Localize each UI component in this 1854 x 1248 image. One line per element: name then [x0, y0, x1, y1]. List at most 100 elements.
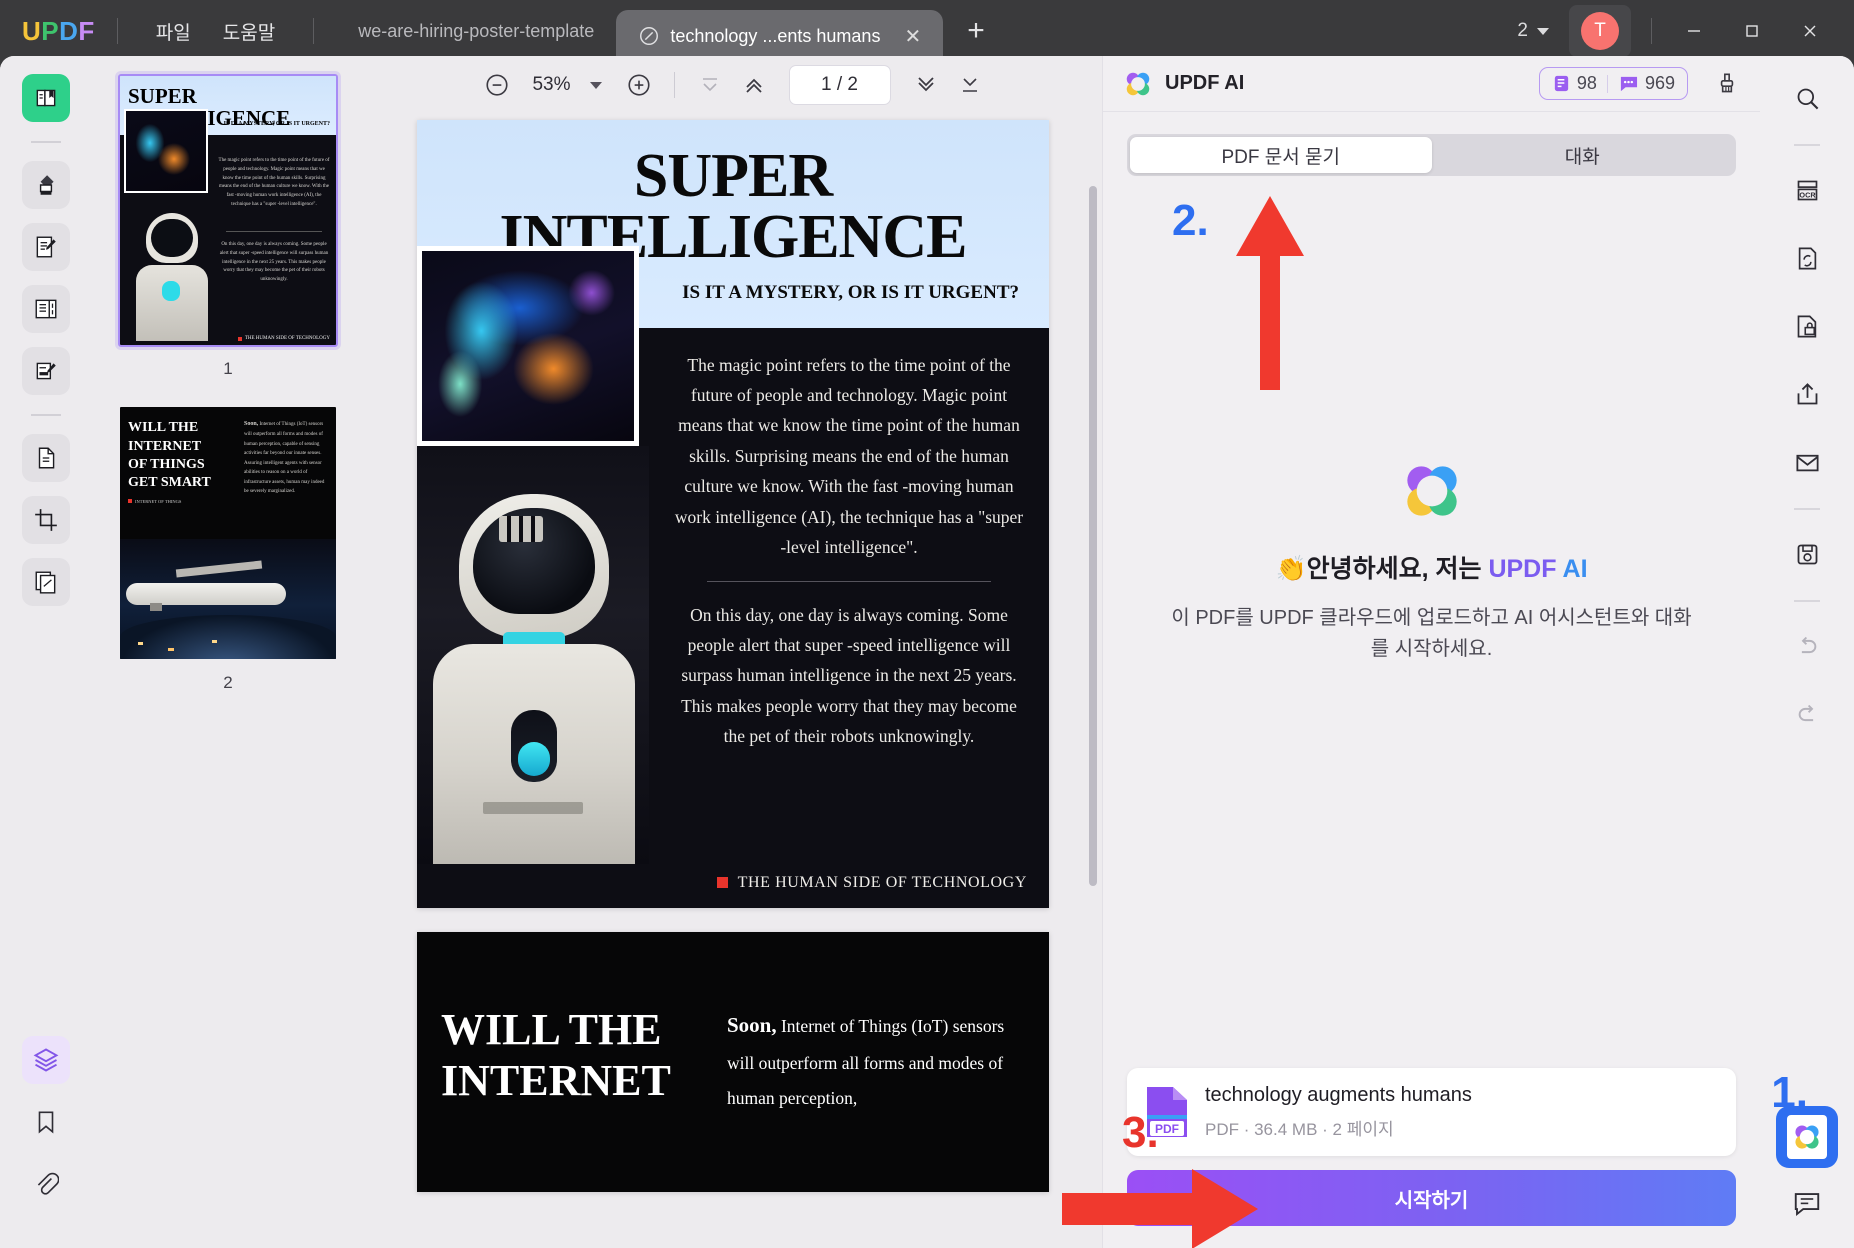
thumbnail-item-1[interactable]: SUPER INTELLIGENCE IS IT A MYSTERY, OR I…: [92, 74, 364, 405]
redo-icon: [1794, 701, 1821, 728]
prev-page-icon: [742, 73, 766, 97]
page2-title-column: WILL THE INTERNET: [441, 1004, 713, 1192]
feedback-button[interactable]: [1792, 1189, 1822, 1224]
undo-button[interactable]: [1783, 622, 1831, 670]
tool-highlighter[interactable]: [22, 161, 70, 209]
account-button[interactable]: T: [1569, 5, 1631, 57]
last-page-icon: [958, 73, 982, 97]
tool-annotate[interactable]: [22, 347, 70, 395]
pdf-file-icon: [638, 25, 660, 47]
poster-divider: [707, 581, 991, 582]
document-tab-technology[interactable]: technology ...ents humans ✕: [616, 10, 943, 62]
first-page-button[interactable]: [689, 64, 731, 106]
ai-welcome-area: 👏안녕하세요, 저는 UPDF AI 이 PDF를 UPDF 클라우드에 업로드…: [1103, 56, 1760, 1068]
search-button[interactable]: [1783, 74, 1831, 122]
menu-file[interactable]: 파일: [140, 12, 207, 51]
tool-convert[interactable]: [22, 434, 70, 482]
thumbnail-page-1[interactable]: SUPER INTELLIGENCE IS IT A MYSTERY, OR I…: [118, 74, 338, 347]
poster-footer: THE HUMAN SIDE OF TECHNOLOGY: [417, 864, 1049, 908]
close-tab-icon[interactable]: ✕: [904, 24, 921, 49]
annotate-icon: [33, 358, 59, 384]
save-button[interactable]: [1783, 530, 1831, 578]
minimize-button[interactable]: [1668, 9, 1720, 53]
convert-icon: [1794, 245, 1821, 272]
zoom-out-button[interactable]: [476, 64, 518, 106]
page-indicator[interactable]: 1 / 2: [789, 65, 891, 105]
robot-brand-text: [483, 802, 583, 814]
email-button[interactable]: [1783, 438, 1831, 486]
divider: [1794, 508, 1820, 510]
tab-count-label: 2: [1517, 20, 1528, 42]
tool-crop[interactable]: [22, 496, 70, 544]
poster-text-column: The magic point refers to the time point…: [649, 328, 1049, 864]
document-page-2[interactable]: WILL THE INTERNET Soon, Internet of Thin…: [417, 932, 1049, 1192]
file-name: technology augments humans: [1205, 1084, 1472, 1107]
left-rail-bottom-group: [0, 1036, 92, 1222]
crop-icon: [33, 507, 59, 533]
envelope-icon: [1794, 449, 1821, 476]
divider: [31, 141, 61, 143]
logo-letter-u: U: [22, 16, 41, 47]
page-scroll-area[interactable]: SUPER INTELLIGENCE IS IT A MYSTERY, OR I…: [364, 114, 1102, 1248]
updf-logo: UPDF: [22, 16, 95, 47]
window-title-bar: UPDF 파일 도움말 we-are-hiring-poster-templat…: [0, 0, 1854, 62]
viewer-toolbar: 53% 1 / 2: [364, 56, 1102, 114]
tool-reader[interactable]: [22, 74, 70, 122]
maximize-button[interactable]: [1726, 9, 1778, 53]
ocr-button[interactable]: OCR: [1783, 166, 1831, 214]
thumbnail-item-2[interactable]: WILL THEINTERNETOF THINGSGET SMART INTER…: [92, 405, 364, 719]
share-icon: [1794, 381, 1821, 408]
thumbnail-panel[interactable]: SUPER INTELLIGENCE IS IT A MYSTERY, OR I…: [92, 56, 364, 1248]
close-window-button[interactable]: [1784, 9, 1836, 53]
minimize-icon: [1685, 22, 1703, 40]
start-button[interactable]: 시작하기: [1127, 1170, 1736, 1226]
page-tools-icon: [33, 569, 59, 595]
wave-icon: 👏: [1275, 555, 1306, 583]
poster-image-column: [417, 328, 649, 864]
file-info: technology augments humans PDF · 36.4 MB…: [1205, 1084, 1472, 1140]
avatar: T: [1581, 12, 1619, 50]
page2-lead: Soon,: [727, 1013, 777, 1037]
logo-letter-f: F: [78, 16, 94, 47]
last-page-button[interactable]: [949, 64, 991, 106]
document-tab-hiring-poster[interactable]: we-are-hiring-poster-template: [336, 0, 616, 62]
nebula-image: [417, 246, 639, 446]
tool-edit-pdf[interactable]: [22, 223, 70, 271]
tool-attachment[interactable]: [22, 1160, 70, 1208]
share-button[interactable]: [1783, 370, 1831, 418]
thumbnail-page-2[interactable]: WILL THEINTERNETOF THINGSGET SMART INTER…: [118, 405, 338, 661]
zoom-level-value[interactable]: 53%: [520, 74, 584, 96]
page2-title-line2: INTERNET: [441, 1055, 713, 1107]
redo-button[interactable]: [1783, 690, 1831, 738]
uploaded-file-card[interactable]: PDF technology augments humans PDF · 36.…: [1127, 1068, 1736, 1156]
pdf-file-icon: PDF: [1145, 1085, 1189, 1139]
tool-page-tools[interactable]: [22, 558, 70, 606]
zoom-in-button[interactable]: [618, 64, 660, 106]
attachment-icon: [33, 1171, 59, 1197]
divider: [1794, 600, 1820, 602]
zoom-dropdown-icon[interactable]: [590, 82, 602, 89]
page2-body: Soon, Internet of Things (IoT) sensors w…: [727, 1004, 1025, 1116]
menu-help[interactable]: 도움말: [207, 12, 291, 51]
document-page-1[interactable]: SUPER INTELLIGENCE IS IT A MYSTERY, OR I…: [417, 120, 1049, 908]
vertical-scrollbar[interactable]: [1089, 186, 1097, 886]
first-page-icon: [698, 73, 722, 97]
tool-layers[interactable]: [22, 1036, 70, 1084]
prev-page-button[interactable]: [733, 64, 775, 106]
zoom-out-icon: [484, 72, 510, 98]
tool-bookmark[interactable]: [22, 1098, 70, 1146]
svg-text:PDF: PDF: [1155, 1122, 1179, 1136]
lock-icon: [1794, 313, 1821, 340]
robot-chest-glow: [518, 742, 550, 776]
divider: [1651, 18, 1652, 44]
new-tab-button[interactable]: +: [967, 14, 985, 48]
convert-button[interactable]: [1783, 234, 1831, 282]
tool-organize-pages[interactable]: [22, 285, 70, 333]
updf-ai-large-logo-icon: [1400, 459, 1464, 523]
protect-button[interactable]: [1783, 302, 1831, 350]
next-page-button[interactable]: [905, 64, 947, 106]
ai-assistant-button[interactable]: [1776, 1106, 1838, 1168]
ai-panel-footer: PDF technology augments humans PDF · 36.…: [1103, 1068, 1760, 1248]
tab-count-dropdown[interactable]: 2: [1507, 14, 1559, 48]
poster-body: The magic point refers to the time point…: [417, 328, 1049, 864]
